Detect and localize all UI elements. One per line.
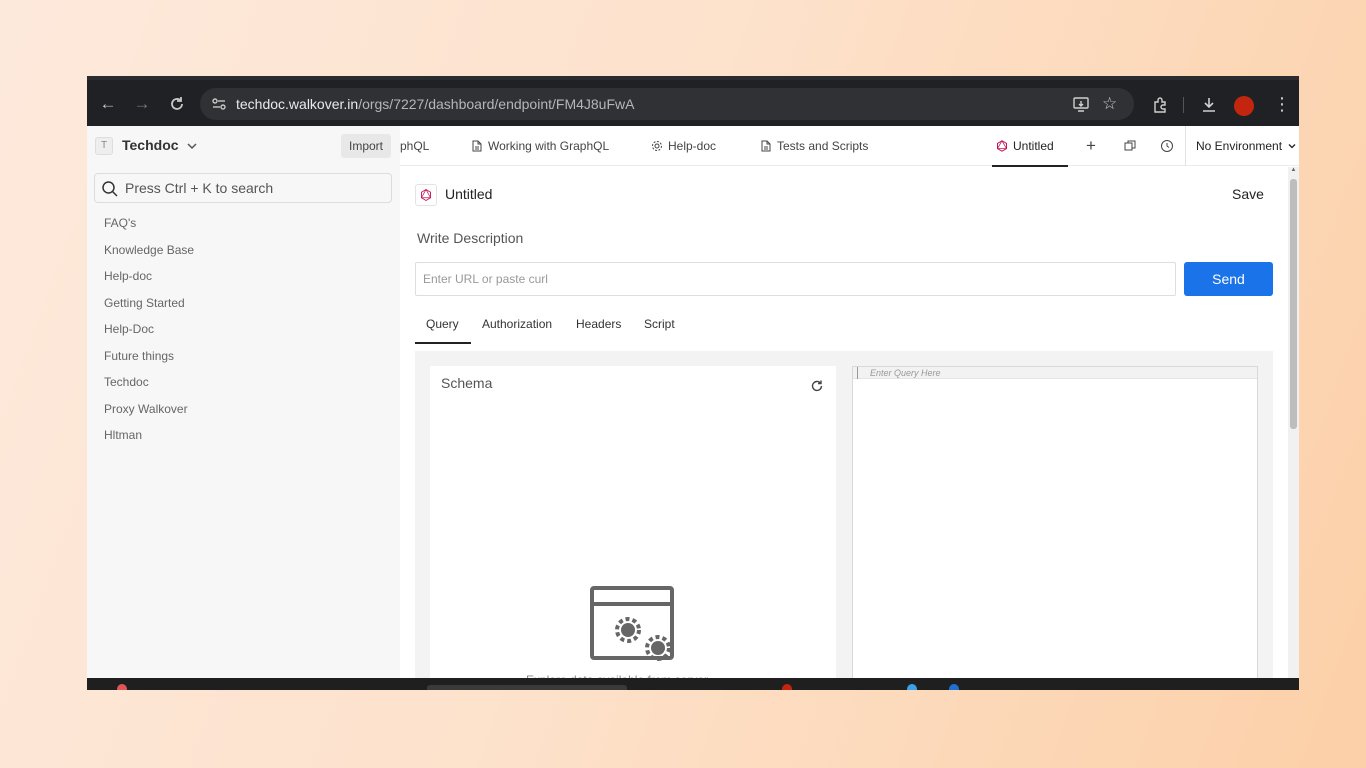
main-scrollbar[interactable]: ▲ ▼ [1288, 167, 1299, 690]
sidebar-item-hltman[interactable]: Hltman [104, 427, 194, 454]
tabbar-divider [1185, 126, 1186, 166]
taskbar-search[interactable] [427, 685, 627, 690]
chevron-down-icon[interactable] [185, 139, 199, 153]
subtab-script[interactable]: Script [644, 317, 675, 344]
download-icon[interactable] [1200, 96, 1218, 114]
os-taskbar [87, 678, 1299, 690]
bookmark-star-icon[interactable]: ☆ [1102, 95, 1120, 113]
taskbar-app-icon[interactable] [117, 684, 127, 690]
import-button[interactable]: Import [341, 134, 392, 158]
sidebar-item-getting-started[interactable]: Getting Started [104, 295, 194, 322]
send-button[interactable]: Send [1184, 262, 1273, 296]
toolbar-divider [1183, 97, 1184, 113]
sidebar-item-help-doc-2[interactable]: Help-Doc [104, 321, 194, 348]
sidebar-item-techdoc[interactable]: Techdoc [104, 374, 194, 401]
schema-title: Schema [441, 375, 493, 391]
query-input[interactable] [857, 367, 1255, 379]
collection-list: FAQ's Knowledge Base Help-doc Getting St… [104, 215, 194, 454]
url-path: /orgs/7227/dashboard/endpoint/FM4J8uFwA [358, 96, 635, 112]
subtab-query[interactable]: Query [415, 317, 471, 344]
graphql-workspace: Schema Explore data available from serve… [415, 351, 1273, 690]
gear-icon [652, 141, 662, 151]
history-clock-icon[interactable] [1160, 139, 1174, 153]
subtab-authorization[interactable]: Authorization [482, 317, 552, 344]
graphql-icon [996, 140, 1008, 152]
sidebar-item-future-things[interactable]: Future things [104, 348, 194, 375]
search-input[interactable] [125, 180, 385, 196]
url-input[interactable] [415, 262, 1176, 296]
search-box[interactable] [94, 173, 392, 203]
tab-graphql[interactable]: phQL [400, 126, 429, 166]
sidebar-item-knowledge-base[interactable]: Knowledge Base [104, 242, 194, 269]
url-text[interactable]: techdoc.walkover.in/orgs/7227/dashboard/… [236, 96, 634, 112]
tab-label: Help-doc [668, 139, 717, 153]
org-name[interactable]: Techdoc [122, 137, 179, 153]
scroll-thumb[interactable] [1290, 179, 1297, 429]
browser-window: ← → techdoc.walkover.in/orgs/7227/dashbo… [87, 76, 1299, 690]
page-icon [761, 140, 771, 152]
site-settings-icon[interactable] [210, 95, 228, 113]
schema-panel: Schema Explore data available from serve… [430, 366, 836, 690]
taskbar-app-icon[interactable] [782, 684, 792, 690]
org-avatar: T [95, 137, 113, 155]
page-icon [472, 140, 482, 152]
tab-label: Untitled [1013, 139, 1054, 153]
browser-toolbar: ← → techdoc.walkover.in/orgs/7227/dashbo… [87, 76, 1299, 126]
query-editor[interactable] [852, 366, 1258, 690]
schema-settings-illustration-icon [590, 586, 674, 661]
endpoint-title[interactable]: Untitled [445, 186, 492, 202]
reload-icon[interactable] [167, 94, 187, 114]
address-bar[interactable]: techdoc.walkover.in/orgs/7227/dashboard/… [200, 88, 1134, 120]
tab-label: Working with GraphQL [488, 139, 610, 153]
tab-label: phQL [400, 139, 430, 153]
tab-help-doc[interactable]: Help-doc [651, 126, 716, 166]
tab-label: Tests and Scripts [777, 139, 869, 153]
extensions-icon[interactable] [1151, 96, 1169, 114]
description-field[interactable]: Write Description [417, 230, 523, 246]
tab-working-with-graphql[interactable]: Working with GraphQL [471, 126, 609, 166]
tabs-overview-icon[interactable] [1123, 139, 1137, 153]
subtab-headers[interactable]: Headers [576, 317, 621, 344]
more-menu-icon[interactable]: ⋮ [1273, 94, 1291, 114]
tab-untitled[interactable]: Untitled [992, 126, 1068, 167]
new-tab-plus-icon[interactable]: + [1086, 137, 1100, 154]
environment-label: No Environment [1196, 139, 1283, 153]
profile-avatar[interactable] [1234, 96, 1254, 116]
taskbar-app-icon[interactable] [907, 684, 917, 690]
tab-bar: phQL Working with GraphQL Help-doc Tests… [400, 126, 1299, 167]
back-arrow-icon[interactable]: ← [98, 94, 118, 114]
endpoint-panel: Untitled Save Write Description Send Que… [400, 167, 1287, 690]
taskbar-app-icon[interactable] [949, 684, 959, 690]
sidebar-item-faqs[interactable]: FAQ's [104, 215, 194, 242]
save-button[interactable]: Save [1232, 186, 1264, 202]
install-app-icon[interactable] [1072, 95, 1090, 113]
search-icon [102, 181, 118, 197]
scroll-up-arrow-icon[interactable]: ▲ [1289, 167, 1298, 173]
environment-select[interactable]: No Environment [1196, 126, 1297, 166]
graphql-icon [415, 184, 437, 206]
refresh-icon[interactable] [810, 379, 824, 393]
url-host: techdoc.walkover.in [236, 96, 359, 112]
tab-tests-and-scripts[interactable]: Tests and Scripts [760, 126, 868, 166]
sidebar-item-proxy-walkover[interactable]: Proxy Walkover [104, 401, 194, 428]
sidebar: T Techdoc Import FAQ's Knowledge Base He… [87, 126, 400, 690]
sidebar-item-help-doc[interactable]: Help-doc [104, 268, 194, 295]
forward-arrow-icon[interactable]: → [132, 94, 152, 114]
chevron-down-icon [1288, 144, 1296, 149]
